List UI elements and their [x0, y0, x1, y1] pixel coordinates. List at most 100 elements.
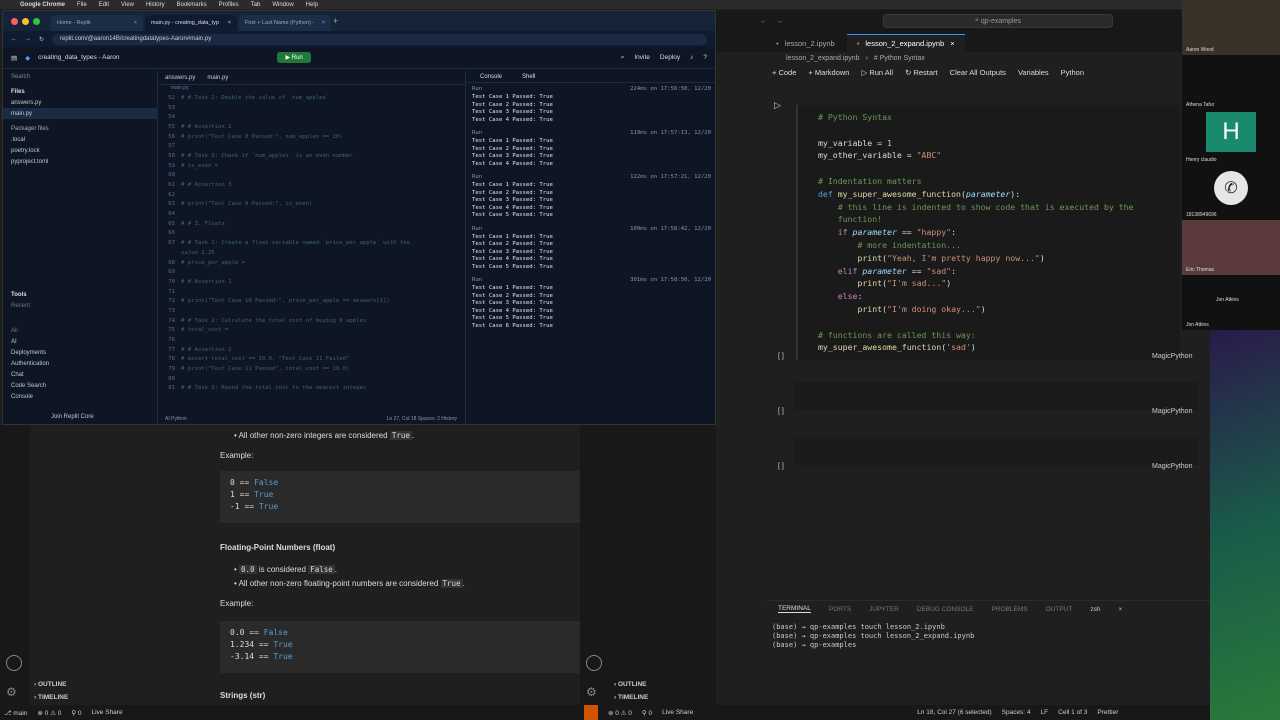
empty-cell[interactable] — [794, 382, 1198, 410]
branch-item[interactable]: ⎇ main — [4, 709, 27, 717]
repl-name[interactable]: creating_data_types - Aaron — [38, 54, 119, 61]
participant-tile[interactable]: Jon Atkins — [1182, 305, 1280, 330]
tab-output[interactable]: OUTPUT — [1046, 606, 1073, 613]
code-line[interactable]: 57 — [159, 141, 464, 151]
run-all-button[interactable]: ▷ Run All — [861, 68, 893, 77]
live-share[interactable]: Live Share — [92, 709, 123, 716]
code-line[interactable]: 77 # # Assertion 2 — [159, 345, 464, 355]
back-arrow-icon[interactable]: ← — [11, 36, 17, 42]
add-markdown-button[interactable]: + Markdown — [808, 68, 849, 77]
menu-bookmarks[interactable]: Bookmarks — [177, 2, 207, 8]
tab-debug-console[interactable]: DEBUG CONSOLE — [917, 606, 974, 613]
code-line[interactable]: 73 — [159, 306, 464, 316]
browser-tab[interactable]: First + Last Name (Python) - × — [239, 15, 331, 31]
code-line[interactable]: 81 # # Task 3: Round the total cost to th… — [159, 384, 464, 394]
code-line[interactable]: 59 # is_even = — [159, 161, 464, 171]
gear-icon[interactable]: ⚙ — [6, 685, 17, 699]
tool-authentication[interactable]: Authentication — [3, 358, 157, 369]
back-arrow-icon[interactable]: ← — [760, 18, 767, 25]
forward-arrow-icon[interactable]: → — [25, 36, 31, 42]
code-cell[interactable]: # Python Syntax my_variable = 1 my_other… — [796, 105, 1180, 360]
editor-status-left[interactable]: AI Python — [165, 416, 187, 424]
code-line[interactable]: value 1.25 — [159, 248, 464, 258]
menu-help[interactable]: Help — [306, 2, 318, 8]
terminal-shell[interactable]: zsh — [1090, 606, 1100, 613]
participant-tile[interactable]: Eric Thomas — [1182, 220, 1280, 275]
breadcrumb-symbol[interactable]: # Python Syntax — [874, 55, 925, 62]
browser-tab-active[interactable]: main.py - creating_data_typ × — [145, 15, 237, 31]
code-line[interactable]: 74 # # Task 2: Calculate the total cost o… — [159, 316, 464, 326]
participant-tile[interactable]: H Henry claudio — [1182, 110, 1280, 165]
code-line[interactable]: 53 — [159, 103, 464, 113]
command-center[interactable]: ⌕ qp-examples — [883, 14, 1113, 28]
invite-button[interactable]: Invite — [634, 54, 650, 61]
cell-source[interactable]: # Python Syntax my_variable = 1 my_other… — [798, 105, 1180, 360]
live-share[interactable]: Live Share — [662, 709, 693, 716]
problems-count[interactable]: ⊗ 0 ⚠ 0 — [608, 709, 632, 717]
participant-tile[interactable]: ✆ 18138949696 — [1182, 165, 1280, 220]
tab-shell[interactable]: Shell — [522, 74, 535, 80]
code-line[interactable]: 67 # # Task 1: Create a float variable na… — [159, 238, 464, 248]
code-line[interactable]: 75 # total_cost = — [159, 326, 464, 336]
code-line[interactable]: 61 # # Assertion 3 — [159, 180, 464, 190]
tool-ai[interactable]: AI — [3, 336, 157, 347]
new-tab-icon[interactable]: + — [333, 16, 338, 26]
code-line[interactable]: 56 # print("Test Case 8 Passed:", num_app… — [159, 132, 464, 142]
deploy-button[interactable]: Deploy — [660, 54, 680, 61]
close-icon[interactable]: × — [322, 20, 325, 26]
kernel-picker[interactable]: Python — [1061, 68, 1084, 77]
file-item-pyproject[interactable]: pyproject.toml — [3, 156, 157, 167]
code-line[interactable]: 62 — [159, 190, 464, 200]
indentation[interactable]: Spaces: 4 — [1002, 709, 1031, 716]
cell-language[interactable]: MagicPython — [1152, 353, 1192, 360]
gear-icon[interactable]: ⚙ — [586, 685, 597, 699]
minimize-window-icon[interactable] — [22, 18, 29, 25]
file-item-poetry-lock[interactable]: poetry.lock — [3, 145, 157, 156]
timeline-section[interactable]: › TIMELINE — [34, 694, 68, 701]
code-line[interactable]: 52 # # Task 2: Double the value of `num_a… — [159, 93, 464, 103]
tab-lesson-2-expand[interactable]: ▪ lesson_2_expand.ipynb × — [846, 34, 965, 52]
cell-language[interactable]: MagicPython — [1152, 408, 1192, 415]
prettier-status[interactable]: Prettier — [1097, 709, 1118, 716]
menu-tab[interactable]: Tab — [251, 2, 261, 8]
tool-code-search[interactable]: Code Search — [3, 380, 157, 391]
outline-section[interactable]: › OUTLINE — [34, 681, 68, 688]
remote-icon[interactable] — [584, 705, 598, 720]
tab-terminal[interactable]: TERMINAL — [778, 605, 811, 613]
problems-count[interactable]: ⊗ 0 ⚠ 0 — [37, 709, 61, 717]
cell-language[interactable]: MagicPython — [1152, 463, 1192, 470]
outline-section[interactable]: › OUTLINE — [614, 681, 648, 688]
add-code-button[interactable]: + Code — [772, 68, 796, 77]
close-icon[interactable]: × — [228, 20, 231, 26]
file-item-local[interactable]: .local — [3, 134, 157, 145]
tab-lesson-2[interactable]: ▪ lesson_2.ipynb — [766, 34, 845, 52]
tool-deployments[interactable]: Deployments — [3, 347, 157, 358]
code-line[interactable]: 79 # print("Test Case 11 Passed", total_c… — [159, 364, 464, 374]
empty-cell[interactable] — [794, 437, 1198, 465]
run-button[interactable]: ▶ Run — [277, 52, 311, 63]
menubar-app-name[interactable]: Google Chrome — [20, 2, 65, 8]
menu-profiles[interactable]: Profiles — [219, 2, 239, 8]
close-panel-icon[interactable]: × — [1118, 606, 1122, 613]
menu-view[interactable]: View — [121, 2, 134, 8]
code-line[interactable]: 60 — [159, 171, 464, 181]
menu-file[interactable]: File — [77, 2, 87, 8]
join-core-button[interactable]: Join Replit Core — [51, 414, 94, 420]
code-line[interactable]: 78 # assert total_cost == 10.0, "Test Cas… — [159, 355, 464, 365]
code-line[interactable]: 68 # price_per_apple = — [159, 258, 464, 268]
close-window-icon[interactable] — [11, 18, 18, 25]
cursor-position[interactable]: Ln 18, Col 27 (6 selected) — [917, 709, 991, 716]
cell-indicator[interactable]: Cell 1 of 3 — [1058, 709, 1087, 716]
run-cell-icon[interactable]: ▷ — [774, 100, 781, 111]
breadcrumb-file[interactable]: lesson_2_expand.ipynb — [786, 55, 860, 62]
restart-button[interactable]: ↻ Restart — [905, 68, 938, 77]
editor-status-right[interactable]: Ln 27, Col 18 Spaces: 2 History — [387, 416, 457, 424]
close-icon[interactable]: × — [134, 20, 137, 26]
editor-lines[interactable]: 52 # # Task 2: Double the value of `num_a… — [159, 93, 464, 393]
file-item-answers[interactable]: answers.py — [3, 97, 157, 108]
reload-icon[interactable]: ↻ — [39, 36, 44, 43]
code-line[interactable]: 55 # # Assertion 2 — [159, 122, 464, 132]
menu-edit[interactable]: Edit — [99, 2, 109, 8]
code-line[interactable]: 58 # # Task 3: Check if `num_apples` is a… — [159, 151, 464, 161]
ports-count[interactable]: ⚲ 0 — [642, 709, 652, 717]
